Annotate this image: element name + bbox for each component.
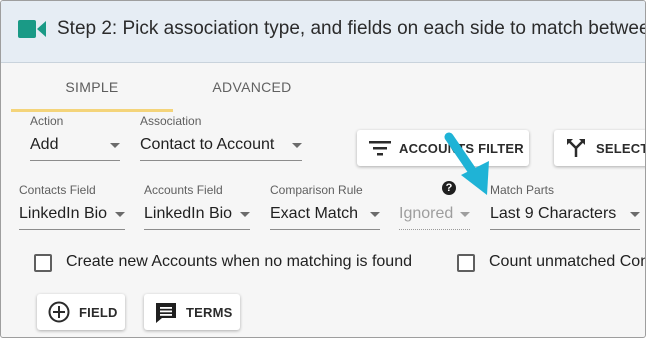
comparison-rule-select[interactable]: Exact Match: [270, 203, 380, 230]
comment-icon: [154, 302, 178, 327]
accounts-field-select[interactable]: LinkedIn Bio: [144, 203, 250, 230]
select-button[interactable]: SELECT: [554, 130, 646, 166]
video-camera-icon: [18, 18, 46, 45]
chevron-down-icon: [460, 212, 470, 217]
accounts-field-label: Accounts Field: [144, 183, 223, 197]
association-value: Contact to Account: [140, 136, 275, 153]
create-accounts-checkbox[interactable]: [34, 254, 52, 272]
ignored-value: Ignored: [399, 205, 454, 222]
create-accounts-label: Create new Accounts when no matching is …: [66, 253, 412, 270]
step-header: Step 2: Pick association type, and field…: [1, 1, 645, 63]
contacts-field-select[interactable]: LinkedIn Bio: [19, 203, 125, 230]
action-label: Action: [30, 114, 64, 128]
tab-advanced[interactable]: ADVANCED: [173, 63, 331, 109]
contacts-field-value: LinkedIn Bio: [19, 205, 108, 222]
comparison-rule-label: Comparison Rule: [270, 183, 363, 197]
tab-simple[interactable]: SIMPLE: [11, 63, 173, 112]
action-value: Add: [30, 136, 59, 153]
add-field-label: FIELD: [79, 305, 118, 320]
filter-icon: [369, 140, 391, 159]
ignored-select: Ignored: [399, 203, 470, 230]
chevron-down-icon: [630, 212, 640, 217]
count-unmatched-checkbox[interactable]: [457, 254, 475, 272]
terms-label: TERMS: [186, 305, 233, 320]
step-title: Step 2: Pick association type, and field…: [57, 18, 646, 39]
comparison-rule-value: Exact Match: [270, 205, 359, 222]
chevron-down-icon: [115, 212, 125, 217]
app-frame: Step 2: Pick association type, and field…: [0, 0, 646, 338]
chevron-down-icon: [292, 143, 302, 148]
count-unmatched-label: Count unmatched Contacts: [489, 253, 645, 270]
chevron-down-icon: [370, 212, 380, 217]
match-parts-select[interactable]: Last 9 Characters: [490, 203, 640, 230]
chevron-down-icon: [110, 143, 120, 148]
annotation-arrow-icon: [444, 132, 489, 195]
add-circle-icon: [48, 301, 70, 326]
add-field-button[interactable]: FIELD: [37, 294, 125, 330]
association-label: Association: [140, 114, 202, 128]
match-parts-value: Last 9 Characters: [490, 205, 617, 222]
contacts-field-label: Contacts Field: [19, 183, 96, 197]
association-select[interactable]: Contact to Account: [140, 134, 302, 161]
terms-button[interactable]: TERMS: [144, 294, 240, 330]
accounts-field-value: LinkedIn Bio: [144, 205, 233, 222]
select-label: SELECT: [596, 141, 646, 156]
chevron-down-icon: [240, 212, 250, 217]
merge-icon: [566, 138, 586, 161]
action-select[interactable]: Add: [30, 134, 120, 161]
